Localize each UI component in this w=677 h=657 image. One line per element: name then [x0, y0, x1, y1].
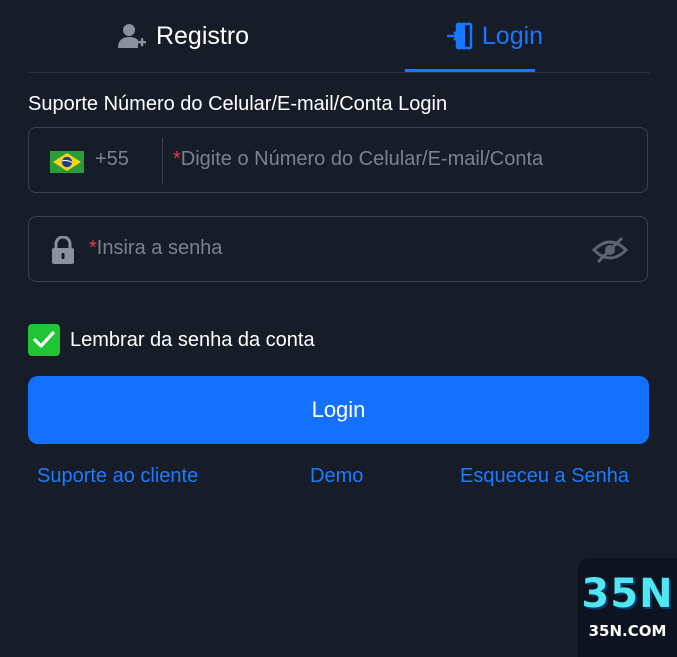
active-tab-indicator — [405, 69, 535, 72]
eye-off-icon[interactable] — [591, 236, 629, 269]
checkmark-icon[interactable] — [28, 324, 60, 356]
password-input[interactable]: *Insira a senha — [89, 237, 222, 260]
forgot-password-link[interactable]: Esqueceu a Senha — [460, 465, 629, 488]
tab-register[interactable]: Registro — [28, 0, 339, 72]
auth-tabs: Registro Login — [28, 0, 650, 73]
password-placeholder: Insira a senha — [96, 237, 223, 259]
remember-label: Lembrar da senha da conta — [70, 328, 315, 351]
required-mark: * — [173, 148, 181, 170]
brazil-flag-icon[interactable] — [50, 151, 84, 173]
brand-domain-text: 35N.COM — [588, 622, 667, 640]
support-label: Suporte Número do Celular/E-mail/Conta L… — [28, 93, 448, 115]
login-door-icon — [446, 22, 474, 50]
lock-icon — [51, 235, 75, 269]
account-placeholder: Digite o Número do Celular/E-mail/Conta — [180, 148, 544, 170]
tab-login[interactable]: Login — [339, 0, 650, 72]
brand-watermark-logo: 35N 35N.COM — [578, 558, 677, 657]
account-field[interactable]: +55 *Digite o Número do Celular/E-mail/C… — [28, 127, 648, 193]
brand-logo-text: 35N — [581, 571, 674, 617]
dial-code[interactable]: +55 — [95, 148, 129, 171]
login-button[interactable]: Login — [28, 376, 649, 444]
tab-register-label: Registro — [155, 21, 250, 50]
field-divider — [162, 138, 163, 184]
required-mark: * — [89, 237, 97, 259]
customer-support-link[interactable]: Suporte ao cliente — [37, 465, 198, 488]
tab-login-label: Login — [481, 21, 544, 50]
account-input[interactable]: *Digite o Número do Celular/E-mail/Conta — [173, 148, 543, 171]
remember-password-checkbox[interactable]: Lembrar da senha da conta — [28, 324, 315, 356]
demo-link[interactable]: Demo — [310, 465, 363, 488]
user-plus-icon — [117, 22, 148, 50]
password-field[interactable]: *Insira a senha — [28, 216, 648, 282]
